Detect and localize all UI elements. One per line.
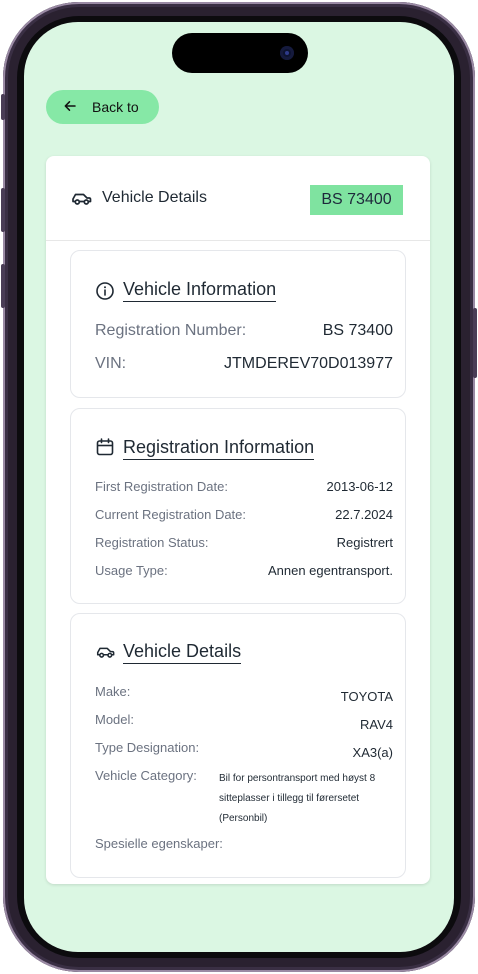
back-button-label: Back to	[92, 99, 139, 115]
category-label: Vehicle Category:	[95, 768, 197, 783]
plate-badge: BS 73400	[310, 185, 403, 215]
screen: Back to Vehicle Details BS 73400 Vehicle…	[24, 22, 454, 952]
detail-label: Make:	[95, 684, 131, 699]
reg-label: First Registration Date:	[95, 479, 228, 494]
registration-information-section: Registration Information First Registrat…	[70, 408, 406, 604]
detail-label: Model:	[95, 712, 135, 727]
detail-row-model: Model: RAV4	[95, 712, 393, 732]
vehicle-details-section: Vehicle Details Make: TOYOTA Model: RAV4…	[70, 613, 406, 878]
detail-row-make: Make: TOYOTA	[95, 684, 393, 704]
reg-row-status: Registration Status: Registrert	[95, 535, 393, 550]
info-label: Registration Number:	[95, 322, 247, 339]
camera-icon	[280, 46, 294, 60]
info-row-registration-number: Registration Number: BS 73400	[95, 322, 393, 340]
reg-row-usage: Usage Type: Annen egentransport.	[95, 563, 393, 578]
car-icon	[95, 645, 115, 665]
vehicle-information-title: Vehicle Information	[123, 279, 277, 302]
info-value: JTMDEREV70D013977	[224, 355, 393, 372]
car-icon	[70, 191, 92, 212]
detail-row-type: Type Designation: XA3(a)	[95, 740, 393, 760]
reg-value: 22.7.2024	[335, 507, 393, 522]
info-label: VIN:	[95, 355, 127, 372]
info-icon	[95, 281, 115, 306]
vehicle-information-section: Vehicle Information Registration Number:…	[70, 250, 406, 398]
reg-row-first-date: First Registration Date: 2013-06-12	[95, 479, 393, 494]
special-properties-label: Spesielle egenskaper:	[95, 836, 223, 851]
reg-value: 2013-06-12	[326, 479, 394, 494]
vehicle-details-title: Vehicle Details	[123, 641, 242, 664]
card-header: Vehicle Details BS 73400	[46, 156, 430, 241]
reg-label: Current Registration Date:	[95, 507, 247, 522]
vehicle-card: Vehicle Details BS 73400 Vehicle Informa…	[46, 156, 430, 884]
reg-value: Registrert	[336, 535, 393, 550]
action-button	[1, 94, 5, 120]
detail-label: Type Designation:	[95, 740, 200, 755]
reg-label: Usage Type:	[95, 563, 168, 578]
volume-up-button	[1, 188, 5, 232]
arrow-left-icon	[64, 99, 80, 115]
reg-label: Registration Status:	[95, 535, 209, 550]
volume-down-button	[1, 264, 5, 308]
detail-value: XA3(a)	[352, 745, 393, 760]
calendar-icon	[95, 437, 115, 462]
power-button	[473, 308, 477, 378]
reg-value: Annen egentransport.	[267, 563, 393, 578]
registration-information-title: Registration Information	[123, 437, 315, 460]
back-button[interactable]: Back to	[46, 90, 159, 124]
reg-row-current-date: Current Registration Date: 22.7.2024	[95, 507, 393, 522]
detail-value: TOYOTA	[340, 689, 393, 704]
info-row-vin: VIN: JTMDEREV70D013977	[95, 355, 393, 373]
dynamic-island	[172, 33, 308, 73]
info-value: BS 73400	[322, 322, 393, 339]
card-title: Vehicle Details	[102, 189, 207, 206]
detail-value: RAV4	[360, 717, 393, 732]
category-value: Bil for persontransport med høyst 8 sitt…	[219, 773, 376, 824]
